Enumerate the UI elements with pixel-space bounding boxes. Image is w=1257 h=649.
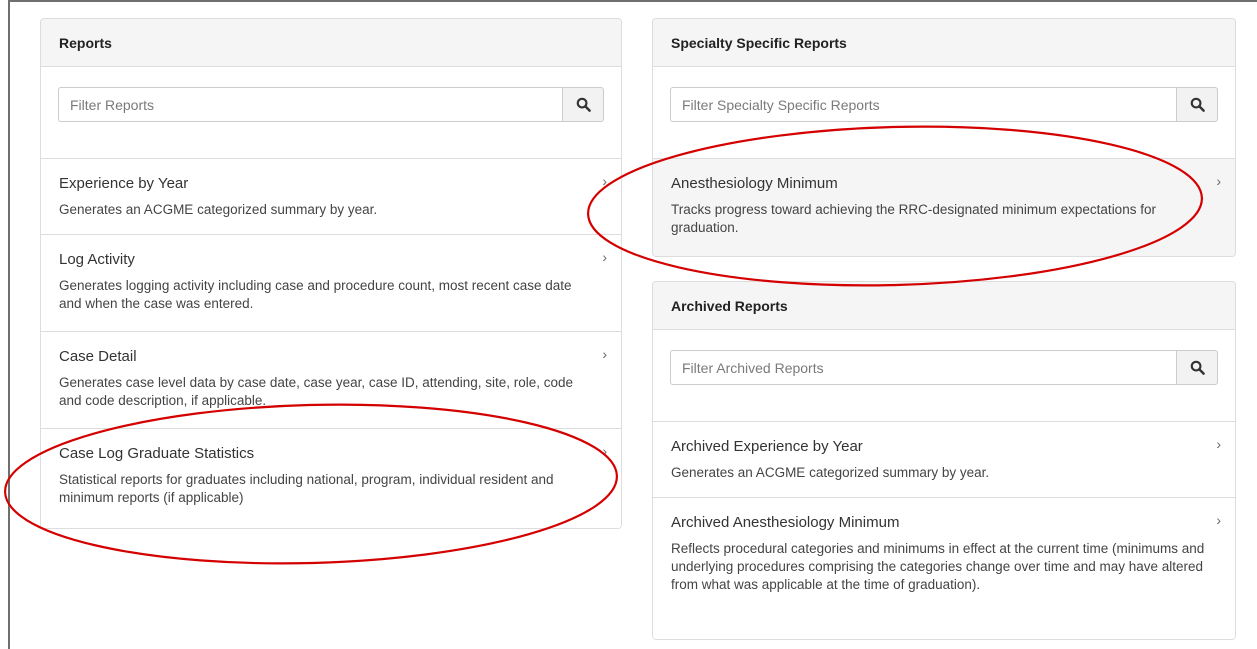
specialty-item-title: Anesthesiology Minimum: [671, 175, 838, 192]
report-item-title: Experience by Year: [59, 175, 189, 192]
reports-panel: Reports Experience by Year Generates an …: [40, 18, 622, 529]
chevron-right-icon: ›: [602, 346, 607, 362]
archived-item-anesthesiology-minimum[interactable]: Archived Anesthesiology Minimum Reflects…: [653, 498, 1235, 639]
archived-reports-heading: Archived Reports: [653, 282, 1235, 330]
specialty-filter-area: [653, 67, 1235, 159]
archived-filter-input[interactable]: [670, 350, 1176, 385]
archived-search-button[interactable]: [1176, 350, 1218, 385]
archived-filter-area: [653, 330, 1235, 422]
archived-item-title: Archived Anesthesiology Minimum: [671, 514, 900, 531]
specialty-search-button[interactable]: [1176, 87, 1218, 122]
specialty-item-desc: Tracks progress toward achieving the RRC…: [671, 202, 1156, 235]
chevron-right-icon: ›: [1216, 436, 1221, 452]
chevron-right-icon: ›: [602, 249, 607, 265]
archived-reports-panel: Archived Reports Archived Experience by …: [652, 281, 1236, 640]
search-icon: [1190, 97, 1205, 112]
report-item-title: Case Log Graduate Statistics: [59, 445, 255, 462]
specialty-reports-panel: Specialty Specific Reports Anesthesiolog…: [652, 18, 1236, 257]
report-item-title: Case Detail: [59, 348, 137, 365]
report-item-desc: Generates logging activity including cas…: [59, 278, 572, 311]
archived-item-experience-by-year[interactable]: Archived Experience by Year Generates an…: [653, 422, 1235, 498]
frame-border-top: [8, 0, 1257, 2]
report-item-desc: Generates an ACGME categorized summary b…: [59, 202, 378, 217]
chevron-right-icon: ›: [602, 443, 607, 459]
archived-item-desc: Reflects procedural categories and minim…: [671, 541, 1205, 592]
reports-filter-group: [58, 87, 604, 122]
report-item-experience-by-year[interactable]: Experience by Year Generates an ACGME ca…: [41, 159, 621, 235]
report-item-title: Log Activity: [59, 251, 135, 268]
specialty-item-anesthesiology-minimum[interactable]: Anesthesiology Minimum Tracks progress t…: [653, 159, 1235, 256]
reports-heading: Reports: [41, 19, 621, 67]
archived-item-desc: Generates an ACGME categorized summary b…: [671, 465, 990, 480]
report-item-desc: Generates case level data by case date, …: [59, 375, 574, 408]
chevron-right-icon: ›: [1216, 173, 1221, 189]
chevron-right-icon: ›: [1216, 512, 1221, 528]
archived-item-title: Archived Experience by Year: [671, 438, 863, 455]
specialty-filter-input[interactable]: [670, 87, 1176, 122]
reports-filter-input[interactable]: [58, 87, 562, 122]
report-item-log-activity[interactable]: Log Activity Generates logging activity …: [41, 235, 621, 332]
search-icon: [576, 97, 591, 112]
report-item-case-detail[interactable]: Case Detail Generates case level data by…: [41, 332, 621, 429]
search-icon: [1190, 360, 1205, 375]
specialty-filter-group: [670, 87, 1218, 122]
chevron-right-icon: ›: [602, 173, 607, 189]
archived-filter-group: [670, 350, 1218, 385]
specialty-reports-heading: Specialty Specific Reports: [653, 19, 1235, 67]
reports-search-button[interactable]: [562, 87, 604, 122]
frame-border-left: [8, 0, 10, 649]
report-item-desc: Statistical reports for graduates includ…: [59, 472, 554, 505]
reports-filter-area: [41, 67, 621, 159]
report-item-case-log-graduate-statistics[interactable]: Case Log Graduate Statistics Statistical…: [41, 429, 621, 528]
